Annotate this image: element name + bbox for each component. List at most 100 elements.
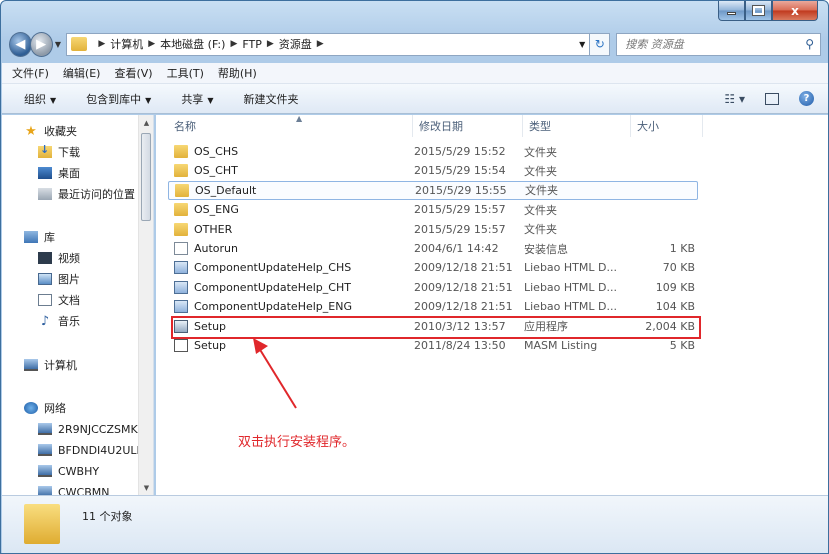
nav-host[interactable]: BFDNDI4U2ULF	[38, 440, 143, 460]
file-name: OS_CHS	[174, 145, 238, 158]
file-type: 文件夹	[524, 203, 557, 217]
file-name-label: ComponentUpdateHelp_CHS	[194, 261, 352, 275]
column-name[interactable]: 名称 ▲	[168, 114, 413, 137]
nav-scrollbar[interactable]: ▲ ▼	[138, 115, 153, 495]
file-type: 文件夹	[524, 164, 557, 178]
breadcrumb-resource[interactable]: 资源盘	[279, 36, 312, 52]
file-type: 文件夹	[525, 184, 558, 198]
nav-host[interactable]: CWBHY	[38, 461, 99, 481]
breadcrumb-computer[interactable]: 计算机	[110, 36, 143, 52]
column-date[interactable]: 修改日期	[413, 115, 523, 137]
nav-host-label: 2R9NJCCZSMK	[58, 422, 138, 436]
share-button[interactable]: 共享 ▼	[181, 91, 213, 107]
file-date: 2015/5/29 15:54	[414, 164, 506, 178]
nav-recent[interactable]: 最近访问的位置	[38, 184, 135, 204]
nav-host-label: CWBHY	[58, 464, 100, 478]
menu-tools[interactable]: 工具(T)	[167, 65, 204, 81]
chevron-right-icon[interactable]: ▶	[148, 39, 155, 49]
nav-pictures[interactable]: 图片	[38, 269, 80, 289]
nav-libraries[interactable]: 库	[24, 227, 55, 247]
search-box[interactable]: ⚲	[616, 32, 821, 56]
file-row[interactable]: OS_CHT 2015/5/29 15:54 文件夹	[168, 161, 698, 180]
nav-libraries-label: 库	[44, 231, 55, 244]
nav-computer-label: 计算机	[44, 359, 77, 372]
folder-icon	[174, 203, 188, 217]
file-name-label: Setup	[194, 339, 227, 352]
nav-host-label: BFDNDI4U2ULF	[58, 443, 143, 457]
breadcrumb-ftp[interactable]: FTP	[242, 38, 262, 51]
close-button[interactable]: x	[772, 1, 818, 21]
menu-edit[interactable]: 编辑(E)	[63, 65, 101, 81]
nav-desktop[interactable]: 桌面	[38, 163, 80, 183]
file-name: OS_Default	[175, 183, 256, 197]
nav-documents[interactable]: 文档	[38, 290, 80, 310]
file-row[interactable]: OS_Default 2015/5/29 15:55 文件夹	[168, 180, 698, 200]
scroll-up-icon[interactable]: ▲	[139, 115, 154, 130]
music-icon: ♪	[40, 313, 50, 329]
folder-icon	[71, 37, 88, 51]
chevron-right-icon[interactable]: ▶	[317, 39, 324, 49]
help-icon[interactable]: ?	[799, 91, 814, 106]
nav-recent-label: 最近访问的位置	[58, 188, 135, 201]
file-date: 2015/5/29 15:55	[415, 183, 507, 197]
file-type: Liebao HTML D...	[524, 280, 617, 294]
nav-videos[interactable]: 视频	[38, 248, 80, 268]
file-row[interactable]: Autorun 2004/6/1 14:42 安装信息 1 KB	[168, 239, 698, 258]
refresh-button[interactable]: ↻	[590, 32, 611, 56]
address-bar[interactable]: ▶ 计算机 ▶ 本地磁盘 (F:) ▶ FTP ▶ 资源盘 ▶ ▼	[66, 32, 591, 56]
menu-help[interactable]: 帮助(H)	[218, 65, 257, 81]
file-type: 文件夹	[524, 145, 557, 159]
file-row[interactable]: OS_ENG 2015/5/29 15:57 文件夹	[168, 200, 698, 219]
column-type[interactable]: 类型	[523, 115, 631, 137]
back-button[interactable]: ◀	[9, 31, 32, 57]
file-row[interactable]: OTHER 2015/5/29 15:57 文件夹	[168, 220, 698, 239]
file-row[interactable]: ComponentUpdateHelp_ENG 2009/12/18 21:51 L…	[168, 297, 698, 316]
organize-button[interactable]: 组织 ▼	[24, 91, 56, 107]
chevron-right-icon[interactable]: ▶	[230, 39, 237, 49]
file-size: 109 KB	[655, 280, 695, 294]
folder-icon	[174, 145, 188, 158]
file-row[interactable]: OS_CHS 2015/5/29 15:52 文件夹	[168, 142, 698, 161]
file-name: OTHER	[174, 222, 232, 236]
minimize-button[interactable]	[718, 1, 745, 21]
file-row[interactable]: ComponentUpdateHelp_CHS 2009/12/18 21:51 L…	[168, 258, 698, 277]
file-date: 2015/5/29 15:57	[414, 222, 506, 236]
view-options-icon[interactable]: ☷ ▾	[724, 92, 745, 106]
status-bar: 11 个对象	[2, 495, 828, 553]
chevron-down-icon: ▼	[50, 95, 57, 105]
file-date: 2009/12/18 21:51	[414, 280, 513, 294]
forward-button[interactable]: ▶	[29, 31, 53, 57]
preview-pane-icon[interactable]	[765, 92, 779, 105]
nav-favorites[interactable]: ★ 收藏夹	[24, 121, 77, 141]
close-icon: x	[791, 3, 799, 18]
file-date: 2011/8/24 13:50	[414, 339, 506, 352]
search-icon[interactable]: ⚲	[805, 37, 814, 51]
column-size[interactable]: 大小	[631, 115, 703, 137]
new-folder-button[interactable]: 新建文件夹	[243, 91, 298, 107]
search-input[interactable]	[625, 37, 806, 51]
nav-music-label: 音乐	[58, 315, 80, 328]
include-library-button[interactable]: 包含到库中 ▼	[86, 91, 151, 107]
chevron-down-icon: ▼	[145, 95, 152, 105]
scroll-thumb[interactable]	[141, 133, 151, 221]
nav-downloads[interactable]: 下载	[38, 142, 80, 162]
refresh-icon: ↻	[594, 37, 605, 51]
nav-network[interactable]: 网络	[24, 398, 66, 418]
file-date: 2009/12/18 21:51	[414, 261, 513, 275]
history-dropdown[interactable]: ▼	[53, 40, 64, 49]
chevron-right-icon[interactable]: ▶	[267, 39, 274, 49]
file-date: 2004/6/1 14:42	[414, 242, 499, 255]
maximize-button[interactable]	[745, 1, 772, 21]
nav-music[interactable]: ♪ 音乐	[38, 311, 80, 331]
chevron-right-icon[interactable]: ▶	[98, 39, 105, 49]
file-row[interactable]: ComponentUpdateHelp_CHT 2009/12/18 21:51 L…	[168, 278, 698, 297]
menu-view[interactable]: 查看(V)	[114, 65, 152, 81]
download-folder-icon	[38, 143, 52, 158]
scroll-down-icon[interactable]: ▼	[139, 480, 154, 495]
nav-computer[interactable]: 计算机	[24, 355, 77, 375]
menu-file[interactable]: 文件(F)	[12, 65, 49, 81]
nav-host[interactable]: 2R9NJCCZSMK	[38, 419, 138, 439]
address-dropdown[interactable]: ▼	[575, 40, 589, 49]
maximize-icon	[752, 5, 765, 16]
breadcrumb-drive-f[interactable]: 本地磁盘 (F:)	[160, 36, 225, 52]
